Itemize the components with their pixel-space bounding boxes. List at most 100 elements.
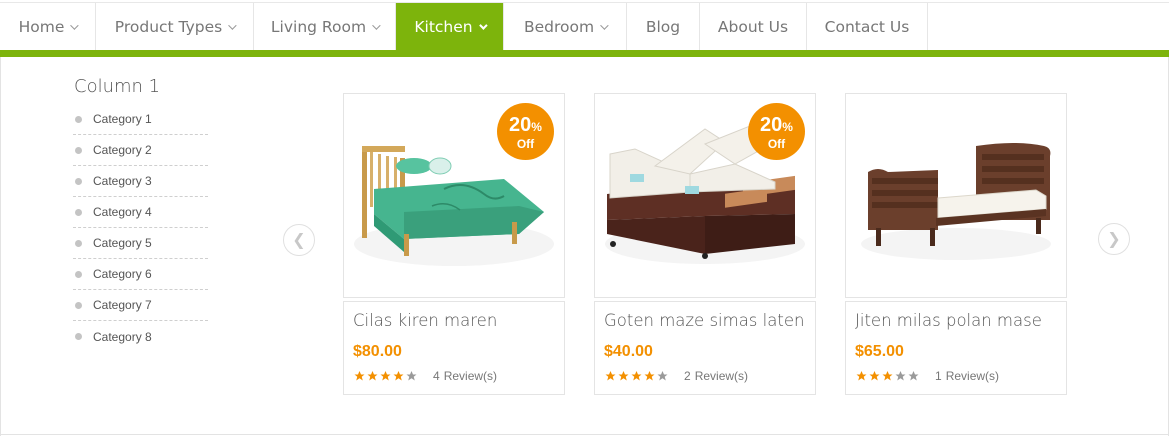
nav-accent-bar	[0, 50, 1169, 57]
category-label: Category 3	[93, 174, 152, 188]
chevron-down-icon	[372, 21, 381, 30]
nav-home[interactable]: Home	[0, 3, 96, 51]
star-filled-icon	[367, 371, 378, 381]
category-list: Category 1 Category 2 Category 3 Categor…	[73, 104, 208, 352]
product-info: Goten maze simas laten $40.00 2 Review(s)	[594, 301, 816, 395]
review-label: Review(s)	[443, 369, 498, 383]
product-price: $80.00	[353, 343, 402, 360]
product-image-link[interactable]	[845, 93, 1067, 298]
chevron-down-icon	[228, 21, 237, 30]
product-price: $65.00	[855, 343, 904, 360]
bullet-icon	[75, 301, 82, 309]
category-label: Category 1	[93, 112, 152, 126]
main-nav: Home Product Types Living Room Kitchen B…	[0, 2, 1169, 51]
review-label: Review(s)	[945, 369, 1000, 383]
category-link[interactable]: Category 8	[73, 321, 208, 352]
category-link[interactable]: Category 1	[73, 104, 208, 135]
category-label: Category 8	[93, 329, 152, 344]
column-title: Column 1	[74, 76, 161, 97]
nav-label: About Us	[717, 18, 789, 36]
star-empty-icon	[895, 371, 906, 381]
bullet-icon	[75, 115, 82, 123]
review-count[interactable]: 1 Review(s)	[935, 369, 999, 383]
nav-kitchen[interactable]: Kitchen	[396, 3, 504, 51]
review-number: 4	[433, 369, 440, 383]
badge-percent: 20	[760, 114, 783, 136]
category-label: Category 7	[93, 298, 152, 312]
badge-percent: 20	[509, 114, 532, 136]
category-link[interactable]: Category 7	[73, 290, 208, 321]
star-filled-icon	[882, 371, 893, 381]
product-card: 20% Off Goten maze simas laten $40.00 2R…	[594, 93, 816, 395]
nav-label: Home	[18, 18, 65, 36]
star-filled-icon	[393, 371, 404, 381]
badge-percent-sign: %	[531, 120, 542, 134]
category-label: Category 2	[93, 143, 152, 157]
bullet-icon	[75, 146, 82, 154]
category-link[interactable]: Category 2	[73, 135, 208, 166]
carousel-prev-button[interactable]: ❮	[283, 224, 315, 256]
product-info: Cilas kiren maren $80.00 4 Review(s)	[343, 301, 565, 395]
product-card: Jiten milas polan mase $65.00 1 Review(s)	[845, 93, 1067, 395]
badge-off-label: Off	[767, 137, 786, 151]
product-rating: 1 Review(s)	[855, 369, 1057, 383]
category-link[interactable]: Category 4	[73, 197, 208, 228]
bullet-icon	[75, 177, 82, 185]
nav-label: Blog	[645, 18, 681, 36]
category-label: Category 4	[93, 205, 152, 219]
nav-label: Contact Us	[824, 18, 910, 36]
category-label: Category 5	[93, 236, 152, 250]
star-filled-icon	[354, 371, 365, 381]
star-filled-icon	[856, 371, 867, 381]
category-link[interactable]: Category 6	[73, 259, 208, 290]
nav-product-types[interactable]: Product Types	[96, 3, 254, 51]
star-filled-icon	[618, 371, 629, 381]
star-empty-icon	[908, 371, 919, 381]
product-price: $40.00	[604, 343, 653, 360]
category-label: Category 6	[93, 267, 152, 281]
star-filled-icon	[380, 371, 391, 381]
star-filled-icon	[644, 371, 655, 381]
nav-about-us[interactable]: About Us	[700, 3, 807, 51]
chevron-down-icon	[70, 21, 80, 30]
review-label: Review(s)	[694, 369, 749, 383]
bullet-icon	[75, 333, 82, 340]
badge-percent-sign: %	[782, 120, 793, 134]
star-rating	[353, 370, 418, 382]
star-empty-icon	[657, 371, 668, 381]
sleigh-bed-wood-icon	[861, 143, 1051, 260]
product-image-link[interactable]: 20% Off	[594, 93, 816, 298]
chevron-right-icon: ❯	[1107, 231, 1121, 248]
menu-border-left	[0, 57, 1, 436]
review-number: 2	[684, 369, 691, 383]
product-image-link[interactable]: 20% Off	[343, 93, 565, 298]
discount-badge: 20% Off	[497, 103, 554, 160]
nav-label: Living Room	[270, 18, 367, 36]
carousel-next-button[interactable]: ❯	[1098, 223, 1130, 255]
product-name-link[interactable]: Cilas kiren maren	[353, 311, 555, 333]
review-count[interactable]: 4 Review(s)	[433, 369, 497, 383]
bullet-icon	[75, 239, 82, 247]
star-rating	[604, 370, 669, 382]
nav-label: Kitchen	[414, 18, 473, 36]
nav-blog[interactable]: Blog	[627, 3, 700, 51]
star-filled-icon	[631, 371, 642, 381]
bullet-icon	[75, 208, 82, 216]
star-rating	[855, 370, 920, 382]
nav-contact-us[interactable]: Contact Us	[807, 3, 928, 51]
star-filled-icon	[605, 371, 616, 381]
product-rating: 4 Review(s)	[353, 369, 555, 383]
review-count[interactable]: 2 Review(s)	[684, 369, 748, 383]
category-link[interactable]: Category 3	[73, 166, 208, 197]
nav-bedroom[interactable]: Bedroom	[504, 3, 627, 51]
star-filled-icon	[869, 371, 880, 381]
nav-label: Bedroom	[523, 18, 595, 36]
category-link[interactable]: Category 5	[73, 228, 208, 259]
discount-badge: 20% Off	[748, 103, 805, 160]
chevron-down-icon	[600, 21, 609, 30]
chevron-down-icon	[478, 21, 488, 30]
product-card: 20% Off Cilas kiren maren $80.00 4 Review…	[343, 93, 565, 395]
product-name-link[interactable]: Goten maze simas laten	[604, 311, 806, 333]
product-name-link[interactable]: Jiten milas polan mase	[855, 311, 1057, 333]
nav-living-room[interactable]: Living Room	[254, 3, 396, 51]
